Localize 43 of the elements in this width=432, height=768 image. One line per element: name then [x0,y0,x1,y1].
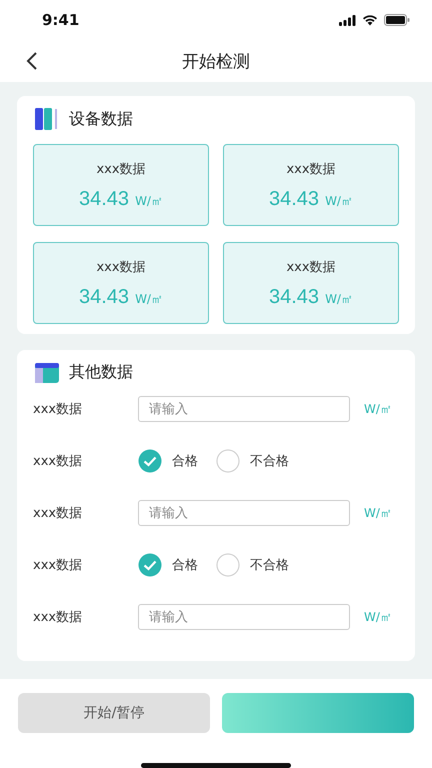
radio-icon[interactable] [216,553,240,577]
status-time: 9:41 [42,11,80,29]
tile-unit: W/㎡ [135,192,163,210]
input-field[interactable]: 请输入 [138,604,350,630]
option-label: 不合格 [250,453,289,470]
tile-label: xxx数据 [286,258,336,276]
section-title: 其他数据 [69,362,133,383]
checked-radio-icon[interactable] [138,449,162,473]
page-title: 开始检测 [182,50,250,72]
primary-button[interactable] [222,693,414,733]
checked-radio-icon[interactable] [138,553,162,577]
battery-icon [384,14,410,26]
field-label: xxx数据 [33,505,84,522]
tile-value: 34.43 [79,286,130,308]
option-label: 合格 [172,557,198,574]
radio-icon[interactable] [216,449,240,473]
tile-unit: W/㎡ [325,290,353,308]
unit-label: W/㎡ [364,400,392,418]
field-label: xxx数据 [33,401,84,418]
section-title: 设备数据 [69,108,133,130]
tile-value: 34.43 [269,286,320,308]
field-label: xxx数据 [33,609,84,626]
unit-label: W/㎡ [364,504,392,522]
tile-label: xxx数据 [96,160,146,178]
back-icon[interactable] [26,52,38,70]
tile-label: xxx数据 [286,160,336,178]
tile-unit: W/㎡ [135,290,163,308]
tile-unit: W/㎡ [325,192,353,210]
books-icon [35,108,59,130]
tile-label: xxx数据 [96,258,146,276]
tile-value: 34.43 [269,188,320,210]
input-field[interactable]: 请输入 [138,396,350,422]
tile-value: 34.43 [79,188,130,210]
unit-label: W/㎡ [364,608,392,626]
table-icon [35,362,59,382]
field-label: xxx数据 [33,453,84,470]
signal-icon [339,14,356,26]
input-field[interactable]: 请输入 [138,500,350,526]
field-label: xxx数据 [33,557,84,574]
option-label: 合格 [172,453,198,470]
option-label: 不合格 [250,557,289,574]
start-pause-button[interactable]: 开始/暂停 [18,693,210,733]
wifi-icon [362,14,378,26]
